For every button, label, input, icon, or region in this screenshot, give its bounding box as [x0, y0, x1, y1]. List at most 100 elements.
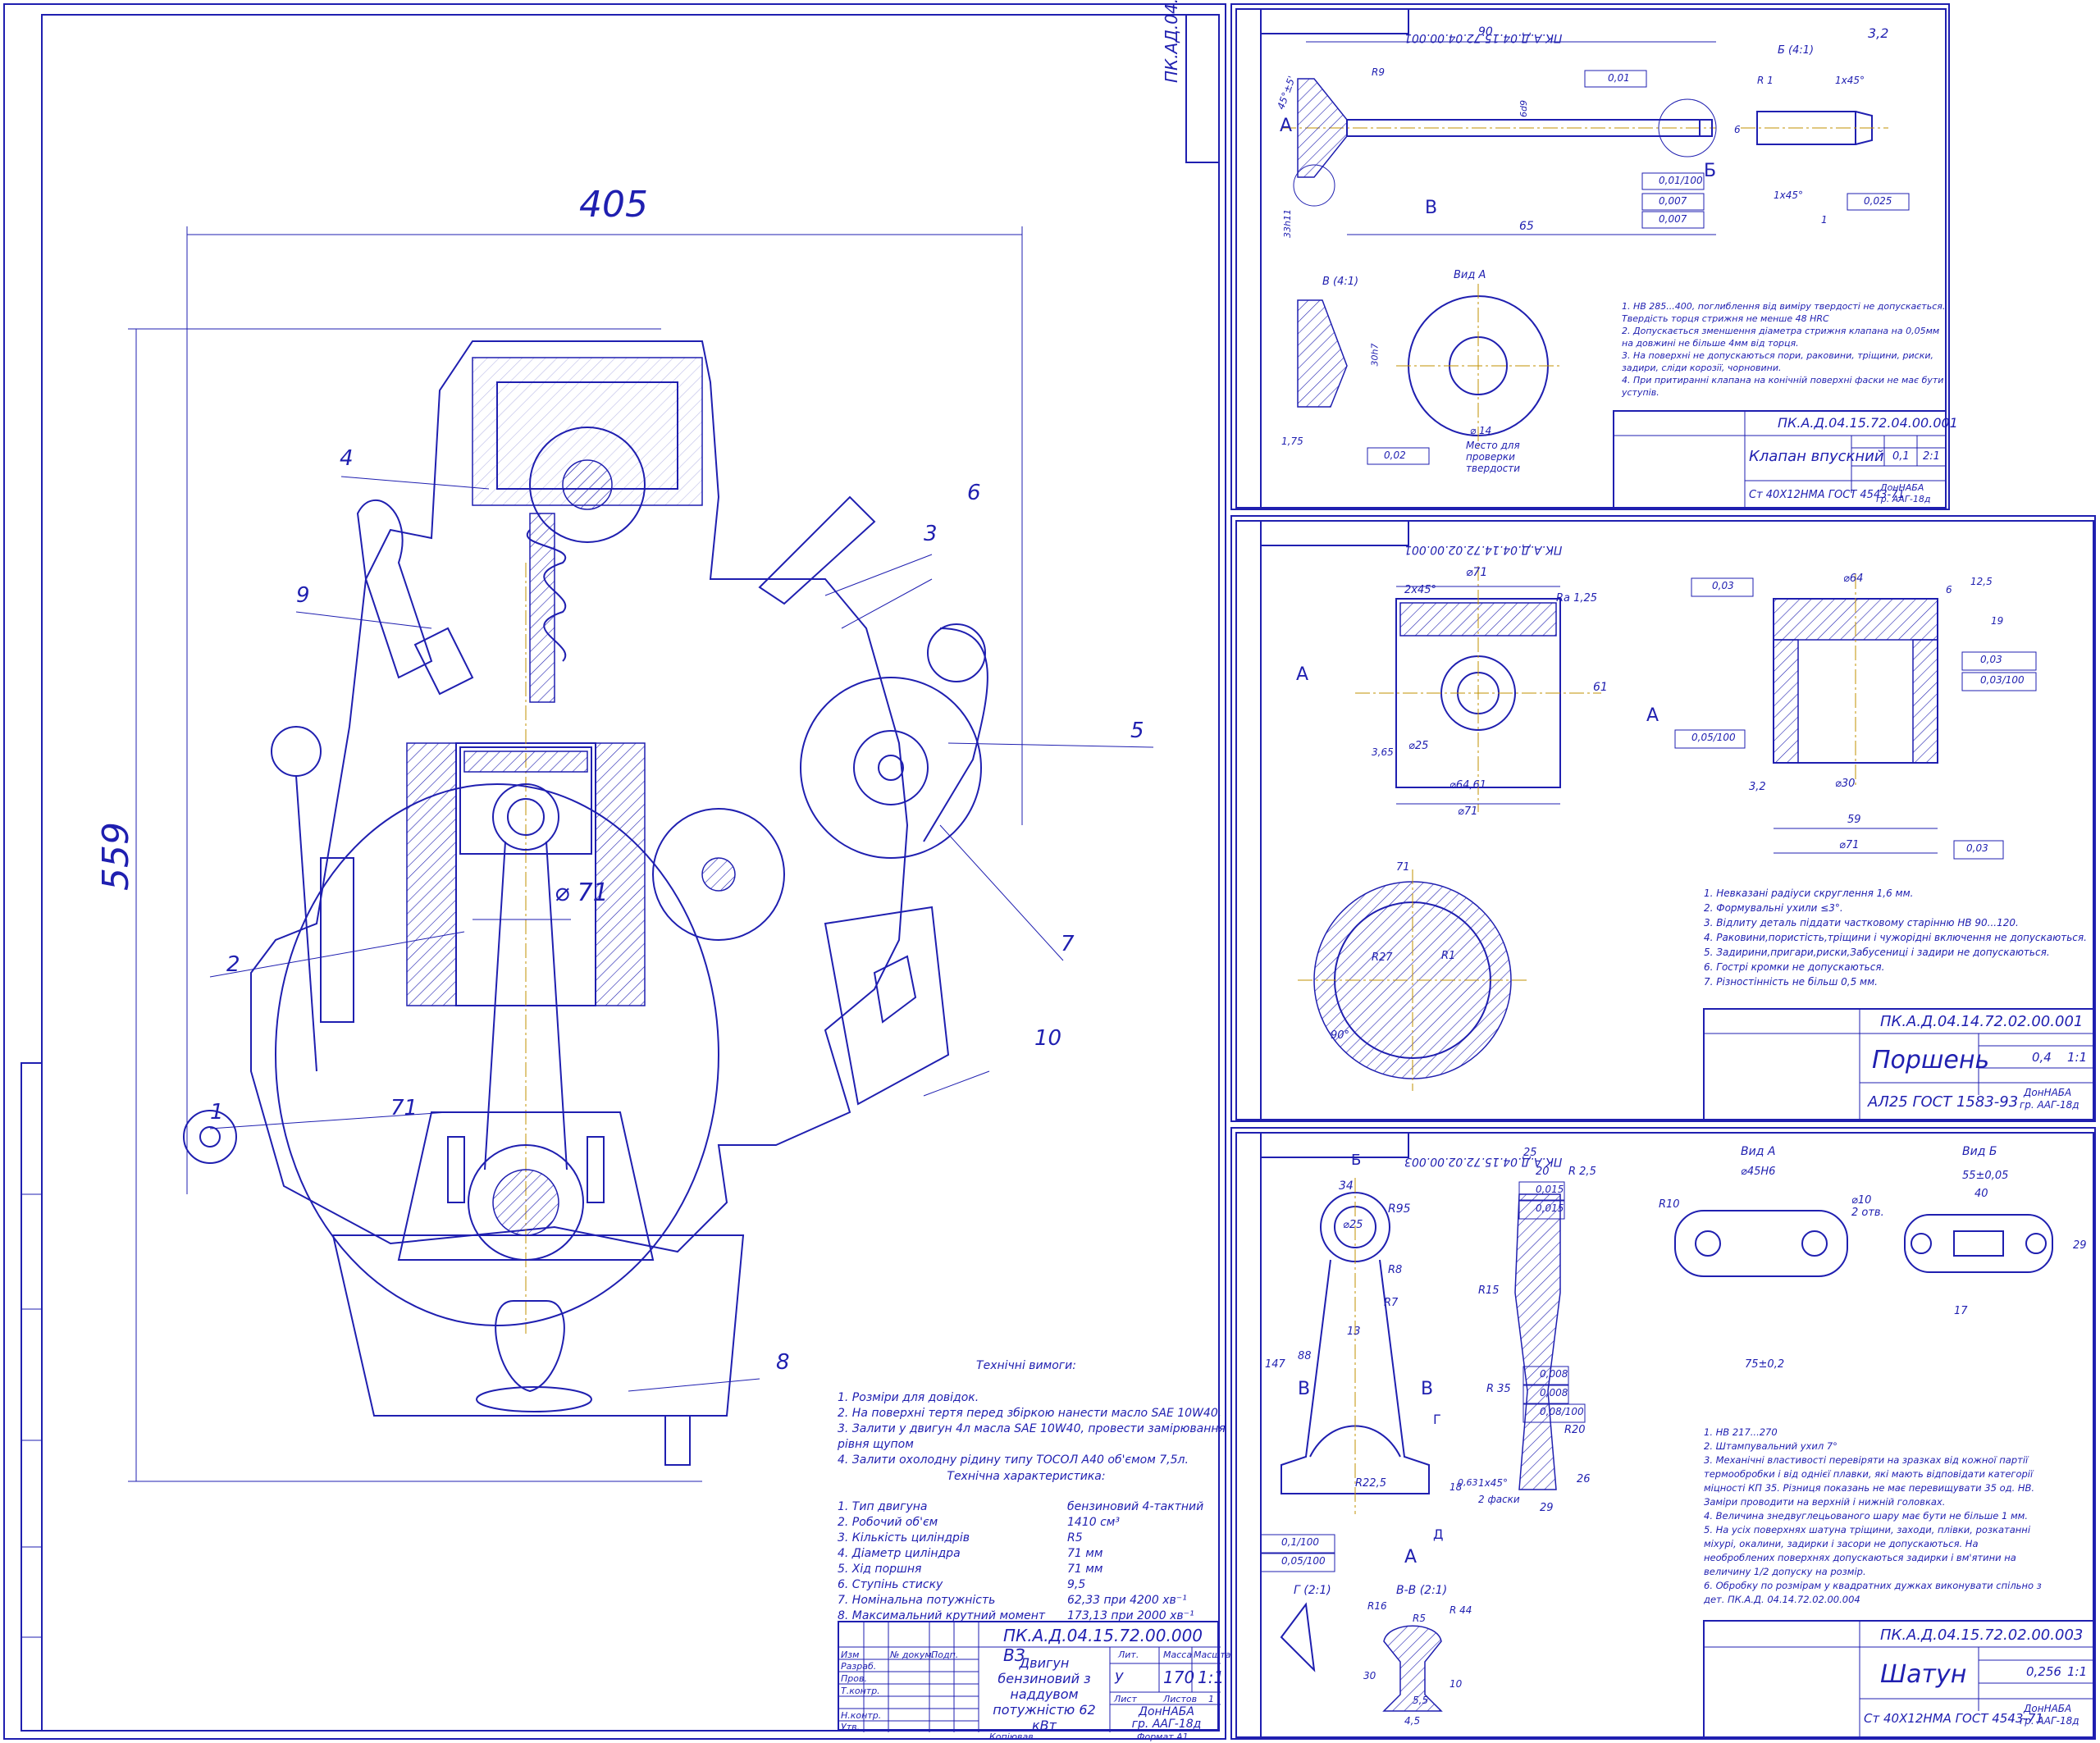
- conrod-dim-t13: 13: [1347, 1326, 1361, 1338]
- valve-view-b: Б (4:1): [1778, 44, 1815, 57]
- valve-view-a: Вид А: [1454, 269, 1486, 281]
- tb-label-tkontr: Т.контр.: [841, 1686, 880, 1696]
- requirement-line: 3. Залити у двигун 4л масла SAE 10W40, п…: [838, 1422, 1226, 1435]
- characteristic-label: 3. Кількість циліндрів: [838, 1531, 970, 1545]
- tb-label-ndoc: № докум.: [890, 1649, 935, 1660]
- assembly-sheet: ПК.АД.04.15.72.00.000.ВЗ: [3, 0, 1236, 1742]
- conrod-dim-w34: 34: [1339, 1179, 1354, 1193]
- characteristic-row: 6. Ступінь стиску 9,5: [838, 1577, 1215, 1593]
- conrod-tb-mass: 0,256: [2026, 1664, 2061, 1679]
- piston-dim-d64: ⌀64: [1843, 573, 1864, 585]
- conrod-note-line: міхурі, окалини, задирки і засори не доп…: [1704, 1538, 1979, 1549]
- characteristic-value: R5: [1067, 1531, 1083, 1545]
- piston-dim-w59: 59: [1847, 814, 1861, 826]
- piston-dim-t365: 3,65: [1372, 746, 1394, 758]
- conrod-tol-4: 0,08/100: [1540, 1406, 1584, 1417]
- piston-dim-h61: 61: [1593, 681, 1608, 694]
- conrod-dim-d45: ⌀45Н6: [1741, 1166, 1776, 1178]
- valve-dim-r9: R9: [1372, 66, 1385, 78]
- valve-tb-code: ПК.А.Д.04.15.72.04.00.001: [1778, 415, 1958, 431]
- valve-dim-t175: 1,75: [1281, 436, 1303, 447]
- valve-label-a: А: [1280, 116, 1293, 136]
- conrod-dim-w55: 55±0,05: [1962, 1170, 2009, 1182]
- valve-label-b: Б: [1704, 161, 1717, 181]
- piston-dim-d71d: 71: [1396, 861, 1410, 874]
- conrod-sheet: ПК.А.Д.04.15.72.02.00.003 34 R95 ⌀25 R8 …: [1230, 1127, 2096, 1740]
- valve-note-line: 4. При притиранні клапана на конічній по…: [1622, 375, 1944, 386]
- requirements-block: Технічні вимоги: 1. Розміри для довідок.…: [838, 1358, 1226, 1468]
- characteristic-row: 3. Кількість циліндрів R5: [838, 1531, 1215, 1546]
- callout-6: 6: [967, 481, 981, 505]
- assembly-tb-org-name: ДонНАБА: [1139, 1705, 1194, 1718]
- assembly-format: Формат А1: [1137, 1732, 1189, 1742]
- valve-tol-0: 0,01: [1608, 72, 1630, 84]
- piston-note-line: 2. Формувальні ухили ≤3°.: [1704, 902, 1843, 914]
- conrod-note-line: 6. Обробку по розмірам у квадратних дужк…: [1704, 1580, 2042, 1591]
- piston-tb-group: гр. ААГ-18д: [2020, 1099, 2079, 1111]
- piston-tb-material: АЛ25 ГОСТ 1583-93: [1868, 1093, 2019, 1111]
- conrod-dim-r95: R95: [1388, 1202, 1411, 1216]
- valve-label-v: В: [1425, 198, 1438, 218]
- valve-note-line: задири, сліди корозії, чорновини.: [1622, 363, 1782, 373]
- valve-tb-scale: 2:1: [1923, 450, 1940, 463]
- characteristic-label: 2. Робочий об'єм: [838, 1516, 938, 1529]
- conrod-dim-d25: ⌀25: [1343, 1219, 1363, 1231]
- piston-dim-r27: R27: [1372, 951, 1393, 964]
- characteristic-value: бензиновий 4-тактний: [1067, 1500, 1204, 1513]
- assembly-copied: Копіював: [989, 1732, 1034, 1742]
- requirements-title: Технічні вимоги:: [976, 1359, 1076, 1372]
- valve-dim-head: 33h11: [1281, 209, 1293, 238]
- valve-tol-5: 0,02: [1384, 449, 1406, 461]
- conrod-holes: 2 отв.: [1851, 1207, 1884, 1219]
- piston-dim-t32: 3,2: [1749, 781, 1766, 793]
- valve-note-line: уступів.: [1622, 387, 1659, 398]
- conrod-note-line: 4. Величина знедвуглецьованого шару має …: [1704, 1510, 2029, 1522]
- conrod-note-line: 5. На усіх поверхнях шатуна тріщини, зах…: [1704, 1524, 2031, 1535]
- piston-stamp-code: ПК.А.Д.04.14.72.02.00.001: [1404, 543, 1563, 556]
- assembly-title-block: ПК.А.Д.04.15.72.00.000 ВЗ Изм № докум. П…: [838, 1621, 1236, 1733]
- valve-tb-mass: 0,1: [1892, 450, 1910, 463]
- conrod-note-line: 1. НВ 217...270: [1704, 1426, 1778, 1438]
- requirement-line: 1. Розміри для довідок.: [838, 1391, 979, 1404]
- piston-dim-d71c: ⌀71: [1839, 839, 1860, 851]
- valve-dim-length: 90: [1478, 25, 1493, 39]
- conrod-dim-r5: R5: [1413, 1613, 1426, 1624]
- characteristic-row: 5. Хід поршня 71 мм: [838, 1562, 1215, 1577]
- valve-tb-name: Клапан впускний: [1749, 448, 1884, 465]
- conrod-dim-t18: 18: [1449, 1481, 1463, 1493]
- conrod-dim-d10: ⌀10: [1851, 1194, 1872, 1207]
- conrod-dim-t30: 30: [1363, 1670, 1376, 1681]
- piston-note-line: 6. Гострі кромки не допускаються.: [1704, 961, 1885, 973]
- piston-note-line: 4. Раковини,пористість,тріщини і чужорід…: [1704, 932, 2087, 943]
- conrod-dim-r44: R 44: [1449, 1604, 1472, 1616]
- piston-dim-d71b: ⌀71: [1458, 805, 1478, 818]
- piston-tol-2: 0,03/100: [1980, 674, 2025, 686]
- characteristics-block: Технічна характеристика: 1. Тип двигуна б…: [838, 1469, 1215, 1624]
- piston-dim-t125: 12,5: [1970, 576, 1993, 587]
- conrod-dim-r16: R16: [1367, 1600, 1387, 1612]
- assembly-tb-sheets-count: 1: [1208, 1694, 1214, 1704]
- conrod-label-d: Д: [1433, 1526, 1444, 1542]
- piston-dim-t19: 19: [1991, 615, 2004, 627]
- conrod-tb-code: ПК.А.Д.04.15.72.02.00.003: [1880, 1627, 2084, 1644]
- piston-tol-3: 0,05/100: [1691, 732, 1736, 743]
- piston-tb-org: ДонНАБА: [2024, 1087, 2072, 1098]
- characteristic-value: 62,33 при 4200 хв⁻¹: [1067, 1594, 1187, 1607]
- assembly-tb-scale: 1:1: [1198, 1668, 1225, 1687]
- piston-dim-t6: 6: [1946, 584, 1952, 595]
- conrod-note-line: дет. ПК.А.Д. 04.14.72.02.00.004: [1704, 1594, 1860, 1605]
- piston-sheet: ПК.А.Д.04.14.72.02.00.001 ⌀71 2x45° Ra 1…: [1230, 515, 2096, 1122]
- valve-tol-1: 0,01/100: [1659, 175, 1703, 186]
- valve-dim-dia14: ⌀ 14: [1470, 425, 1492, 436]
- characteristic-value: 1410 см³: [1067, 1516, 1120, 1529]
- conrod-dim-w20: 20: [1536, 1166, 1550, 1178]
- conrod-label-v1: В: [1298, 1379, 1311, 1399]
- valve-dim-chamfer: 1x45°: [1835, 75, 1865, 86]
- conrod-tol-2: 0,008: [1540, 1368, 1568, 1380]
- piston-dim-d30: ⌀30: [1835, 778, 1856, 790]
- piston-dim-r125: Ra 1,25: [1556, 592, 1598, 605]
- conrod-label-b1: Б: [1351, 1152, 1362, 1169]
- tb-label-razr: Разраб.: [841, 1661, 877, 1672]
- characteristic-label: 6. Ступінь стиску: [838, 1578, 943, 1591]
- valve-tol-4: 0,025: [1864, 195, 1892, 207]
